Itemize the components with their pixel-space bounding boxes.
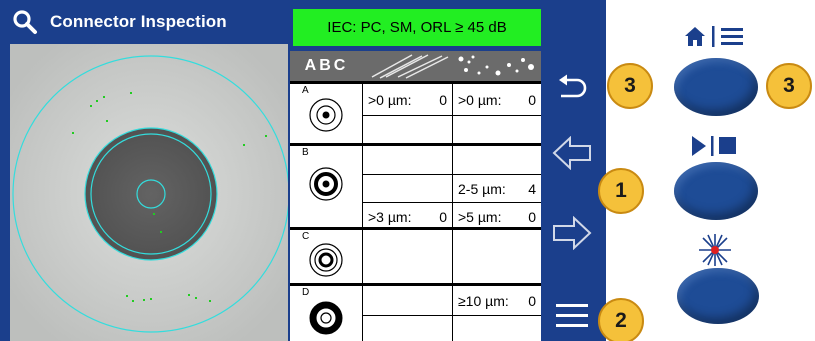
result-cell [453,115,541,146]
zone-row-d: D ≥10 µm: 0 [290,283,541,341]
result-cell [363,174,452,202]
result-cell [453,315,541,341]
zone-a-icon [309,98,343,132]
zone-a-scratches: >0 µm: 0 [363,84,453,143]
callout-badge-back: 3 [607,63,653,109]
play-stop-label [680,131,750,161]
standard-banner: IEC: PC, SM, ORL ≥ 45 dB [293,9,541,46]
result-cell [453,230,541,286]
back-arrow-icon [559,74,587,98]
zone-letter: C [302,231,310,242]
result-cell [453,146,541,174]
home-menu-hardware-button[interactable] [674,58,758,116]
zone-a-defects: >0 µm: 0 [453,84,541,143]
play-stop-icon [692,136,736,156]
fiber-endface-svg [10,44,288,341]
result-cell [363,115,452,146]
zone-d-scratches [363,286,453,341]
results-table: A B C A >0 µm: 0 >0 µm: 0 B >3 µm: 0 2-5 µ… [290,51,541,341]
results-header: ABC [290,51,541,81]
previous-button[interactable] [547,130,597,176]
menu-button[interactable] [547,292,597,338]
zone-d-cell: D [290,286,363,341]
laser-icon [699,234,731,266]
zone-c-scratches [363,230,453,283]
zone-c-defects [453,230,541,283]
play-stop-hardware-button[interactable] [674,162,758,220]
right-arrow-icon [553,216,592,250]
device-screen: Connector Inspection IEC: PC, SM, ORL ≥ … [0,0,606,341]
zone-b-scratches: >3 µm: 0 [363,146,453,227]
zone-b-defects: 2-5 µm: 4 >5 µm: 0 [453,146,541,227]
callout-badge-home-button: 3 [766,63,812,109]
result-cell [363,146,452,174]
defects-icon [458,55,534,76]
zone-b-icon [309,167,343,201]
result-cell [363,286,452,315]
result-cell [363,230,452,286]
laser-label [695,232,735,268]
zone-letter: B [302,147,309,158]
home-menu-icon [685,26,743,47]
result-cell: ≥10 µm: 0 [458,292,536,309]
result-cell: >3 µm: 0 [363,202,452,230]
callout-badge-menu: 2 [598,298,644,341]
fiber-endface-image[interactable] [10,44,288,341]
cladding-area [85,128,217,260]
zone-row-b: B >3 µm: 0 2-5 µm: 4 >5 µm: 0 [290,143,541,227]
back-button[interactable] [547,65,597,111]
page-title: Connector Inspection [50,12,227,31]
zone-letter: A [302,85,309,96]
result-cell [363,315,452,341]
zones-header: ABC [304,57,349,74]
title-bar: Connector Inspection [0,0,288,44]
zone-b-cell: B [290,146,363,227]
left-arrow-icon [552,136,591,170]
zone-a-cell: A [290,84,363,143]
zone-row-a: A >0 µm: 0 >0 µm: 0 [290,81,541,143]
zone-c-icon [309,243,343,277]
zone-c-cell: C [290,230,363,283]
zone-row-c: C [290,227,541,283]
zone-letter: D [302,287,310,298]
home-menu-label [680,20,750,52]
result-cell: >0 µm: 0 [458,91,536,108]
soft-key-sidebar [541,0,606,341]
zone-d-defects: ≥10 µm: 0 [453,286,541,341]
scratches-icon [371,54,449,79]
callout-badge-arrows: 1 [598,168,644,214]
next-button[interactable] [547,210,597,256]
result-cell: >5 µm: 0 [453,202,541,230]
zone-d-icon [309,301,343,335]
menu-icon [556,304,588,327]
result-cell: >0 µm: 0 [368,91,447,108]
result-cell: 2-5 µm: 4 [453,174,541,202]
magnifier-icon [13,10,37,34]
laser-hardware-button[interactable] [677,268,759,324]
